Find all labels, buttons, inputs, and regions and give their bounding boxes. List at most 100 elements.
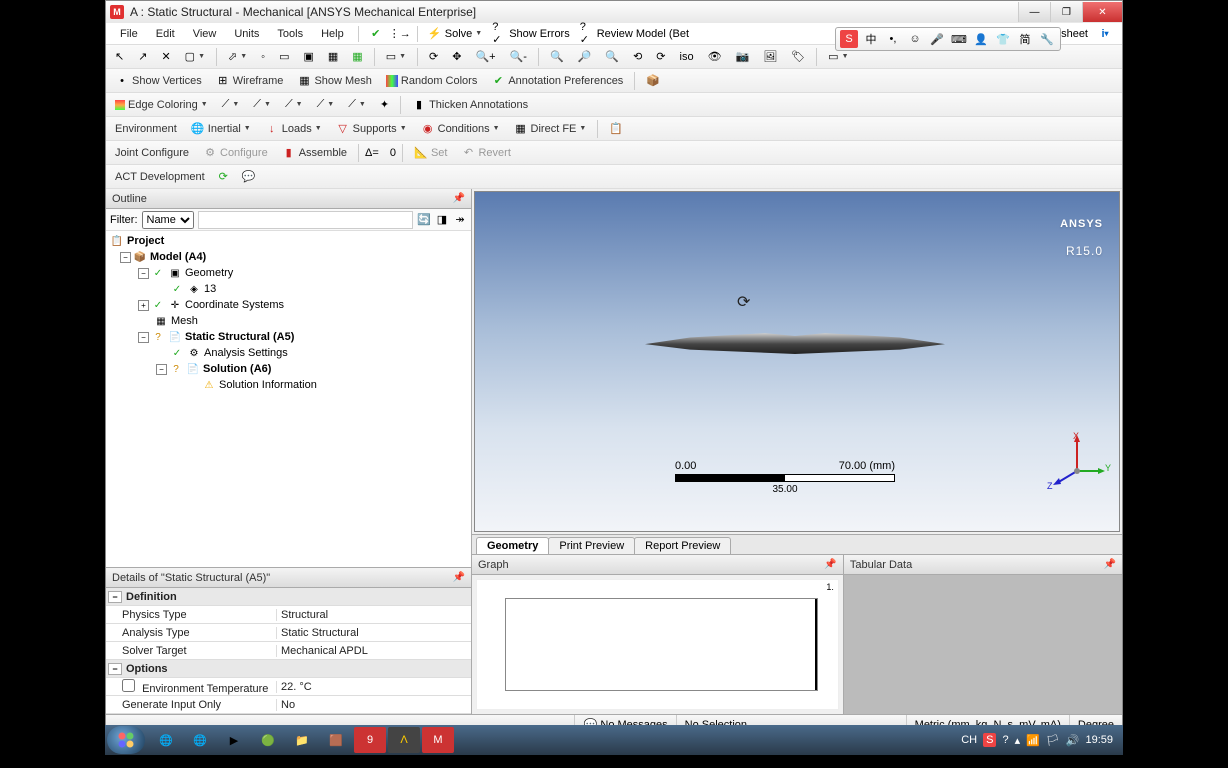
- extend-icon[interactable]: ▭▼: [381, 48, 411, 65]
- tab-report-preview[interactable]: Report Preview: [634, 537, 731, 554]
- rotate-icon[interactable]: ⟳: [424, 48, 443, 65]
- edge-3-icon[interactable]: ⟋▼: [280, 96, 308, 113]
- tray-lang[interactable]: CH: [961, 734, 977, 746]
- edge-5-icon[interactable]: ⟋▼: [343, 96, 371, 113]
- tree-geom-item[interactable]: ✓◈13: [106, 281, 471, 297]
- look-at-icon[interactable]: 👁: [703, 48, 727, 65]
- box-icon[interactable]: ▢▼: [180, 48, 210, 65]
- vertex-select-icon[interactable]: ◦: [256, 49, 270, 65]
- edge-4-icon[interactable]: ⟋▼: [312, 96, 340, 113]
- random-colors-button[interactable]: Random Colors: [381, 73, 482, 89]
- ime-emoji-icon[interactable]: ☺: [906, 30, 924, 48]
- abc-button[interactable]: ⋮→: [389, 25, 411, 43]
- ime-simplified[interactable]: 简: [1016, 30, 1034, 48]
- tray-flag-icon[interactable]: 🏳: [1046, 734, 1060, 747]
- ime-user-icon[interactable]: 👤: [972, 30, 990, 48]
- tabular-body[interactable]: [844, 575, 1122, 714]
- details-envtemp[interactable]: Environment Temperature22. °C: [106, 678, 471, 696]
- tree-analysis[interactable]: ✓⚙Analysis Settings: [106, 345, 471, 361]
- filter-refresh-icon[interactable]: 🔄: [417, 213, 431, 227]
- pan-icon[interactable]: ✥: [447, 48, 466, 65]
- menu-units[interactable]: Units: [226, 26, 267, 42]
- solve-button[interactable]: ⚡Solve▼: [424, 25, 486, 43]
- tray-vol-icon[interactable]: 🔊: [1066, 734, 1080, 747]
- taskbar-ie2-icon[interactable]: 🌐: [184, 727, 216, 753]
- commands-icon[interactable]: 📋: [604, 120, 628, 137]
- taskbar-explorer-icon[interactable]: 📁: [286, 727, 318, 753]
- details-solver[interactable]: Solver TargetMechanical APDL: [106, 642, 471, 660]
- tab-print-preview[interactable]: Print Preview: [548, 537, 635, 554]
- body-sel-green-icon[interactable]: ▦: [347, 48, 367, 65]
- prev-view-icon[interactable]: ⟲: [628, 48, 647, 65]
- menu-help[interactable]: Help: [313, 26, 352, 42]
- taskbar-ansys-icon[interactable]: Λ: [388, 727, 420, 753]
- tree-model[interactable]: −📦Model (A4): [106, 249, 471, 265]
- tray-up-icon[interactable]: ▴: [1015, 734, 1021, 747]
- tree-mesh[interactable]: ▦Mesh: [106, 313, 471, 329]
- show-vertices-button[interactable]: •Show Vertices: [110, 72, 207, 90]
- wireframe-button[interactable]: ⊞Wireframe: [211, 72, 289, 90]
- tray-clock[interactable]: 19:59: [1085, 734, 1113, 746]
- tray-help-icon[interactable]: ?: [1002, 734, 1008, 746]
- tree-static[interactable]: −?📄Static Structural (A5): [106, 329, 471, 345]
- maximize-button[interactable]: ❐: [1050, 2, 1082, 22]
- next-view-icon[interactable]: ⟳: [651, 48, 670, 65]
- ime-keyboard-icon[interactable]: ⌨: [950, 30, 968, 48]
- ime-s-icon[interactable]: S: [840, 30, 858, 48]
- tray-net-icon[interactable]: 📶: [1026, 734, 1040, 747]
- start-button[interactable]: [107, 726, 145, 754]
- taskbar-media-icon[interactable]: ▶: [218, 727, 250, 753]
- tag-icon[interactable]: 🏷: [786, 48, 810, 65]
- comment-icon[interactable]: 💬: [237, 168, 261, 185]
- filter-arrow-icon[interactable]: ↠: [453, 213, 467, 227]
- magnify-icon[interactable]: 🔎: [573, 48, 597, 65]
- ime-wrench-icon[interactable]: 🔧: [1038, 30, 1056, 48]
- menu-view[interactable]: View: [185, 26, 225, 42]
- filter-expand-icon[interactable]: ◨: [435, 213, 449, 227]
- edge-1-icon[interactable]: ⟋▼: [217, 96, 245, 113]
- info-button[interactable]: i▾: [1094, 25, 1116, 43]
- review-model-button[interactable]: ?✓Review Model (Bet: [576, 25, 693, 43]
- details-definition-header[interactable]: −Definition: [106, 588, 471, 606]
- triad-icon[interactable]: X Y Z: [1047, 431, 1107, 491]
- zoom-sel-icon[interactable]: 🔍: [600, 48, 624, 65]
- cube-icon[interactable]: 📦: [641, 72, 665, 89]
- edge-2-icon[interactable]: ⟋▼: [248, 96, 276, 113]
- conditions-button[interactable]: ◉Conditions▼: [416, 120, 505, 138]
- tree-solution[interactable]: −?📄Solution (A6): [106, 361, 471, 377]
- tray-s-icon[interactable]: S: [983, 733, 996, 747]
- details-options-header[interactable]: −Options: [106, 660, 471, 678]
- assemble-button[interactable]: ▮Assemble: [277, 144, 352, 162]
- ime-lang[interactable]: 中: [862, 30, 880, 48]
- select-prev-icon[interactable]: ↗: [133, 48, 152, 65]
- filter-select[interactable]: Name: [142, 211, 194, 229]
- edge-coloring-button[interactable]: Edge Coloring▼: [110, 97, 213, 113]
- filter-input[interactable]: [198, 211, 414, 229]
- menu-edit[interactable]: Edit: [148, 26, 183, 42]
- show-mesh-button[interactable]: ▦Show Mesh: [292, 72, 376, 90]
- details-pin-icon[interactable]: 📌: [453, 572, 465, 583]
- show-errors-button[interactable]: ?✓Show Errors: [488, 25, 574, 43]
- tree-solinfo[interactable]: ⚠Solution Information: [106, 377, 471, 393]
- menu-tools[interactable]: Tools: [269, 26, 311, 42]
- close-button[interactable]: ✕: [1082, 2, 1122, 22]
- details-analysis[interactable]: Analysis TypeStatic Structural: [106, 624, 471, 642]
- tree-coord[interactable]: +✓✛Coordinate Systems: [106, 297, 471, 313]
- tabular-pin-icon[interactable]: 📌: [1104, 559, 1116, 570]
- edge-6-icon[interactable]: ✦: [375, 96, 394, 113]
- annotation-prefs-button[interactable]: ✔Annotation Preferences: [486, 72, 628, 90]
- axis-icon[interactable]: ✕: [156, 48, 175, 65]
- taskbar-mc-icon[interactable]: 🟫: [320, 727, 352, 753]
- graph-pin-icon[interactable]: 📌: [824, 559, 836, 570]
- ime-mic-icon[interactable]: 🎤: [928, 30, 946, 48]
- tree-project[interactable]: 📋Project: [106, 233, 471, 249]
- loads-button[interactable]: ↓Loads▼: [260, 120, 327, 138]
- envtemp-checkbox[interactable]: [122, 679, 135, 692]
- pin-icon[interactable]: 📌: [453, 193, 465, 204]
- supports-button[interactable]: ▽Supports▼: [331, 120, 412, 138]
- zoom-in-icon[interactable]: 🔍+: [470, 48, 500, 65]
- details-physics[interactable]: Physics TypeStructural: [106, 606, 471, 624]
- camera-icon[interactable]: 📷: [731, 48, 755, 65]
- face-select-icon[interactable]: ▣: [298, 48, 318, 65]
- iso-view-icon[interactable]: iso: [675, 49, 699, 65]
